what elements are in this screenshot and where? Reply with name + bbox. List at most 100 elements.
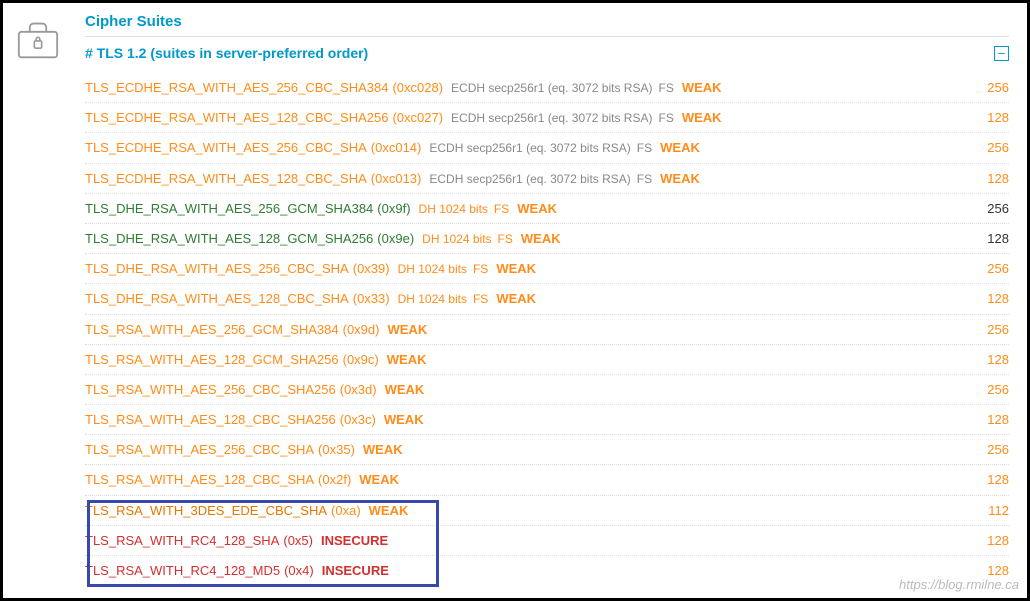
cipher-status: WEAK [387, 351, 427, 369]
cipher-name[interactable]: TLS_ECDHE_RSA_WITH_AES_128_CBC_SHA [85, 170, 367, 188]
briefcase-lock-icon [15, 19, 61, 61]
cipher-bits: 128 [987, 230, 1009, 248]
cipher-row: TLS_DHE_RSA_WITH_AES_128_CBC_SHA (0x33) D… [85, 284, 1009, 314]
cipher-bits: 128 [987, 411, 1009, 429]
cipher-hex: (0x3d) [340, 381, 377, 399]
cipher-hex: (0x33) [353, 290, 390, 308]
cipher-left: TLS_RSA_WITH_AES_256_CBC_SHA (0x35) WEAK [85, 441, 403, 459]
cipher-bits: 128 [987, 471, 1009, 489]
cipher-row: TLS_ECDHE_RSA_WITH_AES_256_CBC_SHA (0xc0… [85, 133, 1009, 163]
cipher-name[interactable]: TLS_RSA_WITH_AES_128_CBC_SHA256 [85, 411, 336, 429]
cipher-left: TLS_DHE_RSA_WITH_AES_256_GCM_SHA384 (0x9… [85, 200, 557, 218]
cipher-fs: FS [473, 261, 488, 278]
cipher-detail: ECDH secp256r1 (eq. 3072 bits RSA) [451, 80, 652, 97]
cipher-bits: 256 [987, 321, 1009, 339]
cipher-hex: (0x35) [318, 441, 355, 459]
cipher-row: TLS_RSA_WITH_AES_256_CBC_SHA (0x35)WEAK2… [85, 435, 1009, 465]
cipher-name[interactable]: TLS_RSA_WITH_AES_256_CBC_SHA [85, 441, 314, 459]
cipher-row: TLS_RSA_WITH_AES_128_GCM_SHA256 (0x9c)WE… [85, 345, 1009, 375]
cipher-hex: (0xc014) [371, 139, 422, 157]
cipher-bits: 256 [987, 260, 1009, 278]
cipher-bits: 256 [987, 381, 1009, 399]
cipher-detail: DH 1024 bits [398, 261, 467, 278]
watermark: https://blog.rmilne.ca [899, 577, 1019, 592]
cipher-status: WEAK [363, 441, 403, 459]
cipher-status: WEAK [385, 381, 425, 399]
cipher-detail: DH 1024 bits [398, 291, 467, 308]
cipher-left: TLS_RSA_WITH_AES_128_CBC_SHA256 (0x3c) WE… [85, 411, 424, 429]
cipher-bits: 128 [987, 170, 1009, 188]
cipher-name[interactable]: TLS_RSA_WITH_AES_128_GCM_SHA256 [85, 351, 339, 369]
cipher-row: TLS_RSA_WITH_AES_256_GCM_SHA384 (0x9d)WE… [85, 315, 1009, 345]
section-title: Cipher Suites [85, 13, 1009, 36]
cipher-left: TLS_ECDHE_RSA_WITH_AES_256_CBC_SHA384 (0… [85, 79, 722, 97]
cipher-left: TLS_RSA_WITH_3DES_EDE_CBC_SHA (0xa)WEAK [85, 502, 408, 520]
cipher-status: WEAK [660, 170, 700, 188]
collapse-button[interactable]: − [994, 46, 1009, 61]
cipher-row: TLS_RSA_WITH_RC4_128_MD5 (0x4)INSECURE12… [85, 556, 1009, 585]
cipher-name[interactable]: TLS_RSA_WITH_RC4_128_MD5 [85, 562, 280, 580]
cipher-bits: 256 [987, 79, 1009, 97]
cipher-name[interactable]: TLS_DHE_RSA_WITH_AES_128_GCM_SHA256 [85, 230, 373, 248]
cipher-row: TLS_RSA_WITH_AES_128_CBC_SHA256 (0x3c) WE… [85, 405, 1009, 435]
cipher-left: TLS_ECDHE_RSA_WITH_AES_128_CBC_SHA (0xc0… [85, 170, 700, 188]
cipher-hex: (0x4) [284, 562, 314, 580]
cipher-bits: 256 [987, 200, 1009, 218]
cipher-row: TLS_RSA_WITH_RC4_128_SHA (0x5) INSECURE 12… [85, 526, 1009, 556]
cipher-name[interactable]: TLS_ECDHE_RSA_WITH_AES_256_CBC_SHA384 [85, 79, 388, 97]
cipher-status: WEAK [682, 79, 722, 97]
cipher-name[interactable]: TLS_RSA_WITH_AES_256_GCM_SHA384 [85, 321, 339, 339]
cipher-bits: 128 [987, 290, 1009, 308]
cipher-left: TLS_DHE_RSA_WITH_AES_128_CBC_SHA (0x33) D… [85, 290, 536, 308]
cipher-bits: 256 [987, 139, 1009, 157]
cipher-row: TLS_ECDHE_RSA_WITH_AES_128_CBC_SHA (0xc0… [85, 164, 1009, 194]
cipher-name[interactable]: TLS_RSA_WITH_3DES_EDE_CBC_SHA [85, 502, 327, 520]
cipher-hex: (0x9f) [377, 200, 410, 218]
cipher-detail: ECDH secp256r1 (eq. 3072 bits RSA) [451, 110, 652, 127]
cipher-left: TLS_RSA_WITH_RC4_128_SHA (0x5) INSECURE [85, 532, 388, 550]
cipher-status: INSECURE [321, 532, 388, 550]
cipher-hex: (0x2f) [318, 471, 351, 489]
cipher-fs: FS [473, 291, 488, 308]
cipher-fs: FS [658, 80, 673, 97]
cipher-row: TLS_DHE_RSA_WITH_AES_128_GCM_SHA256 (0x9… [85, 224, 1009, 254]
cipher-detail: DH 1024 bits [422, 231, 491, 248]
cipher-status: WEAK [496, 290, 536, 308]
cipher-left: TLS_RSA_WITH_AES_256_GCM_SHA384 (0x9d)WE… [85, 321, 427, 339]
cipher-name[interactable]: TLS_ECDHE_RSA_WITH_AES_128_CBC_SHA256 [85, 109, 388, 127]
cipher-hex: (0x3c) [340, 411, 376, 429]
cipher-left: TLS_RSA_WITH_AES_128_GCM_SHA256 (0x9c)WE… [85, 351, 426, 369]
cipher-rows: TLS_ECDHE_RSA_WITH_AES_256_CBC_SHA384 (0… [85, 73, 1009, 585]
cipher-left: TLS_DHE_RSA_WITH_AES_256_CBC_SHA (0x39)D… [85, 260, 536, 278]
cipher-row: TLS_DHE_RSA_WITH_AES_256_GCM_SHA384 (0x9… [85, 194, 1009, 224]
cipher-name[interactable]: TLS_DHE_RSA_WITH_AES_128_CBC_SHA [85, 290, 349, 308]
cipher-name[interactable]: TLS_RSA_WITH_AES_256_CBC_SHA256 [85, 381, 336, 399]
cipher-row: TLS_RSA_WITH_3DES_EDE_CBC_SHA (0xa)WEAK 1… [85, 496, 1009, 526]
cipher-hex: (0x9d) [343, 321, 380, 339]
cipher-hex: (0xa) [331, 502, 361, 520]
cipher-row: TLS_RSA_WITH_AES_256_CBC_SHA256 (0x3d) WE… [85, 375, 1009, 405]
cipher-name[interactable]: TLS_RSA_WITH_AES_128_CBC_SHA [85, 471, 314, 489]
cipher-left: TLS_ECDHE_RSA_WITH_AES_128_CBC_SHA256 (0… [85, 109, 722, 127]
cipher-hex: (0x9e) [377, 230, 414, 248]
cipher-status: WEAK [521, 230, 561, 248]
cipher-status: WEAK [384, 411, 424, 429]
cipher-name[interactable]: TLS_ECDHE_RSA_WITH_AES_256_CBC_SHA [85, 139, 367, 157]
cipher-bits: 112 [988, 502, 1009, 520]
cipher-row: TLS_ECDHE_RSA_WITH_AES_256_CBC_SHA384 (0… [85, 73, 1009, 103]
cipher-bits: 128 [987, 351, 1009, 369]
cipher-detail: DH 1024 bits [419, 201, 488, 218]
cipher-hex: (0x5) [283, 532, 313, 550]
cipher-name[interactable]: TLS_DHE_RSA_WITH_AES_256_GCM_SHA384 [85, 200, 373, 218]
cipher-bits: 128 [987, 532, 1009, 550]
protocol-header-text: # TLS 1.2 (suites in server-preferred or… [85, 45, 368, 61]
cipher-hex: (0xc013) [371, 170, 422, 188]
cipher-row: TLS_ECDHE_RSA_WITH_AES_128_CBC_SHA256 (0… [85, 103, 1009, 133]
cipher-name[interactable]: TLS_RSA_WITH_RC4_128_SHA [85, 532, 279, 550]
cipher-status: WEAK [660, 139, 700, 157]
cipher-status: WEAK [517, 200, 557, 218]
cipher-status: WEAK [682, 109, 722, 127]
cipher-name[interactable]: TLS_DHE_RSA_WITH_AES_256_CBC_SHA [85, 260, 349, 278]
cipher-left: TLS_RSA_WITH_AES_128_CBC_SHA (0x2f)WEAK [85, 471, 399, 489]
protocol-header: # TLS 1.2 (suites in server-preferred or… [85, 45, 1009, 61]
